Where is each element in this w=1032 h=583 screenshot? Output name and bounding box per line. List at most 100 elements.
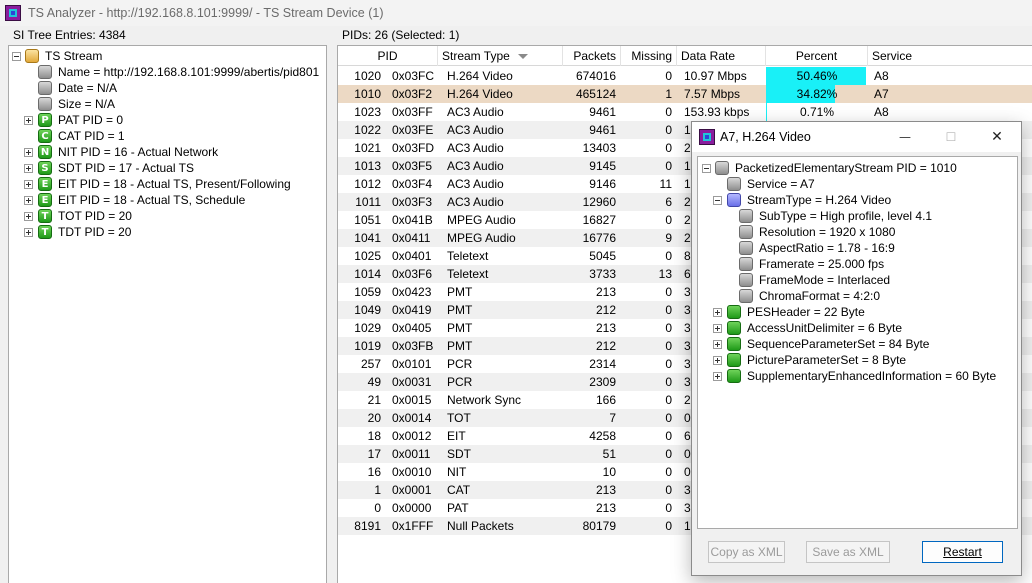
packets-cell: 166 [595,393,616,407]
percent-cell: 0.71% [799,105,835,119]
si-tree-node[interactable]: E EIT PID = 18 - Actual TS, Present/Follo… [9,176,326,192]
si-tree-node[interactable]: S SDT PID = 17 - Actual TS [9,160,326,176]
pid-cell: 1025 [354,249,381,263]
column-header-percent[interactable]: Percent [766,46,868,66]
si-tree-panel[interactable]: TS Stream Name = http://192.168.8.101:999… [8,45,327,583]
si-tree-node[interactable]: C CAT PID = 1 [9,128,326,144]
stream-type-cell: H.264 Video [447,69,513,83]
expand-plus-icon[interactable] [24,163,33,173]
pid-hex-cell: 0x03F6 [392,267,433,281]
si-tree-node[interactable]: P PAT PID = 0 [9,112,326,128]
green-node-icon: P [38,113,52,127]
expand-plus-icon[interactable] [24,195,33,205]
grey-node-icon [38,81,52,95]
window-titlebar[interactable]: TS Analyzer - http://192.168.8.101:9999/… [0,0,1032,26]
pes-tree-node[interactable]: PESHeader = 22 Byte [698,304,1017,320]
si-tree-node-label: Date = N/A [58,81,118,95]
expand-plus-icon[interactable] [24,115,33,125]
expand-plus-icon[interactable] [24,211,33,221]
column-header-service[interactable]: Service [868,46,1032,66]
missing-cell: 0 [665,447,672,461]
pid-cell: 1012 [354,177,381,191]
service-cell: A8 [874,69,889,83]
missing-cell: 0 [665,411,672,425]
packets-cell: 5045 [589,249,616,263]
pes-tree-node[interactable]: StreamType = H.264 Video [698,192,1017,208]
missing-cell: 0 [665,393,672,407]
expand-plus-icon[interactable] [713,323,722,333]
pes-tree-node[interactable]: AspectRatio = 1.78 - 16:9 [698,240,1017,256]
expand-plus-icon[interactable] [713,355,722,365]
collapse-minus-icon[interactable] [713,195,722,205]
pid-hex-cell: 0x03FD [392,141,435,155]
grey-node-icon [739,209,753,223]
green-node-icon: N [38,145,52,159]
pes-tree-node[interactable]: AccessUnitDelimiter = 6 Byte [698,320,1017,336]
pes-detail-dialog[interactable]: A7, H.264 Video — ☐ ✕ PacketizedElementa… [691,121,1022,576]
column-header-missing[interactable]: Missing [621,46,677,66]
expand-plus-icon[interactable] [24,179,33,189]
pid-hex-cell: 0x03FC [392,69,435,83]
column-header-stream-type[interactable]: Stream Type [438,46,563,66]
missing-cell: 0 [665,213,672,227]
column-header-pid[interactable]: PID [338,46,438,66]
pes-tree-node[interactable]: PacketizedElementaryStream PID = 1010 [698,160,1017,176]
pes-detail-tree[interactable]: PacketizedElementaryStream PID = 1010 Ser… [697,156,1018,529]
close-icon[interactable]: ✕ [982,127,1012,147]
pes-tree-node[interactable]: Service = A7 [698,176,1017,192]
pes-tree-node-label: PictureParameterSet = 8 Byte [747,353,907,367]
pes-tree-node[interactable]: PictureParameterSet = 8 Byte [698,352,1017,368]
si-tree-node[interactable]: T TOT PID = 20 [9,208,326,224]
pes-tree-node[interactable]: Resolution = 1920 x 1080 [698,224,1017,240]
pid-hex-cell: 0x03F3 [392,195,433,209]
missing-cell: 9 [665,231,672,245]
pes-tree-node-label: ChromaFormat = 4:2:0 [759,289,881,303]
pid-cell: 49 [367,375,381,389]
pes-tree-node-label: Service = A7 [747,177,815,191]
pes-tree-node-label: StreamType = H.264 Video [747,193,892,207]
pes-tree-node[interactable]: Framerate = 25.000 fps [698,256,1017,272]
pes-tree-node[interactable]: SupplementaryEnhancedInformation = 60 By… [698,368,1017,384]
expand-plus-icon[interactable] [24,227,33,237]
collapse-minus-icon[interactable] [702,163,711,173]
green-node-icon: S [38,161,52,175]
expand-plus-icon[interactable] [713,371,722,381]
collapse-minus-icon[interactable] [12,51,21,61]
si-tree-node[interactable]: Date = N/A [9,80,326,96]
si-tree-node[interactable]: TS Stream [9,48,326,64]
pes-tree-node[interactable]: FrameMode = Interlaced [698,272,1017,288]
green-node-icon: C [38,129,52,143]
table-row[interactable]: 1010 0x03F2 H.264 Video 465124 1 7.57 Mbps 34.… [338,85,1032,103]
expand-plus-icon[interactable] [713,339,722,349]
column-header-packets[interactable]: Packets [563,46,621,66]
si-tree-node[interactable]: Name = http://192.168.8.101:9999/abertis… [9,64,326,80]
pes-tree-node[interactable]: SequenceParameterSet = 84 Byte [698,336,1017,352]
si-tree-node-label: TS Stream [45,49,103,63]
restart-button[interactable]: Restart [922,541,1003,563]
column-header-data-rate[interactable]: Data Rate [677,46,766,66]
packets-cell: 10 [602,465,616,479]
pes-tree-node[interactable]: ChromaFormat = 4:2:0 [698,288,1017,304]
table-row[interactable]: 1023 0x03FF AC3 Audio 9461 0 153.93 kbps 0.71%… [338,103,1032,121]
expand-plus-icon[interactable] [713,307,722,317]
table-row[interactable]: 1020 0x03FC H.264 Video 674016 0 10.97 Mbps 50… [338,67,1032,85]
pes-tree-node[interactable]: SubType = High profile, level 4.1 [698,208,1017,224]
pid-hex-cell: 0x0101 [392,357,432,371]
si-tree-node[interactable]: Size = N/A [9,96,326,112]
expand-plus-icon[interactable] [24,147,33,157]
stream-type-cell: PCR [447,357,473,371]
si-tree-node[interactable]: T TDT PID = 20 [9,224,326,240]
pid-hex-cell: 0x03FE [392,123,434,137]
pes-tree-node-label: SequenceParameterSet = 84 Byte [747,337,930,351]
missing-cell: 0 [665,465,672,479]
pid-hex-cell: 0x0001 [392,483,432,497]
si-tree-node[interactable]: N NIT PID = 16 - Actual Network [9,144,326,160]
dialog-titlebar[interactable]: A7, H.264 Video — ☐ ✕ [692,122,1021,152]
si-tree-node[interactable]: E EIT PID = 18 - Actual TS, Schedule [9,192,326,208]
service-cell: A8 [874,105,889,119]
pes-tree-node-label: Framerate = 25.000 fps [759,257,885,271]
minimize-icon[interactable]: — [890,127,920,147]
pid-cell: 1051 [354,213,381,227]
packets-cell: 213 [595,321,616,335]
packets-cell: 16827 [582,213,616,227]
